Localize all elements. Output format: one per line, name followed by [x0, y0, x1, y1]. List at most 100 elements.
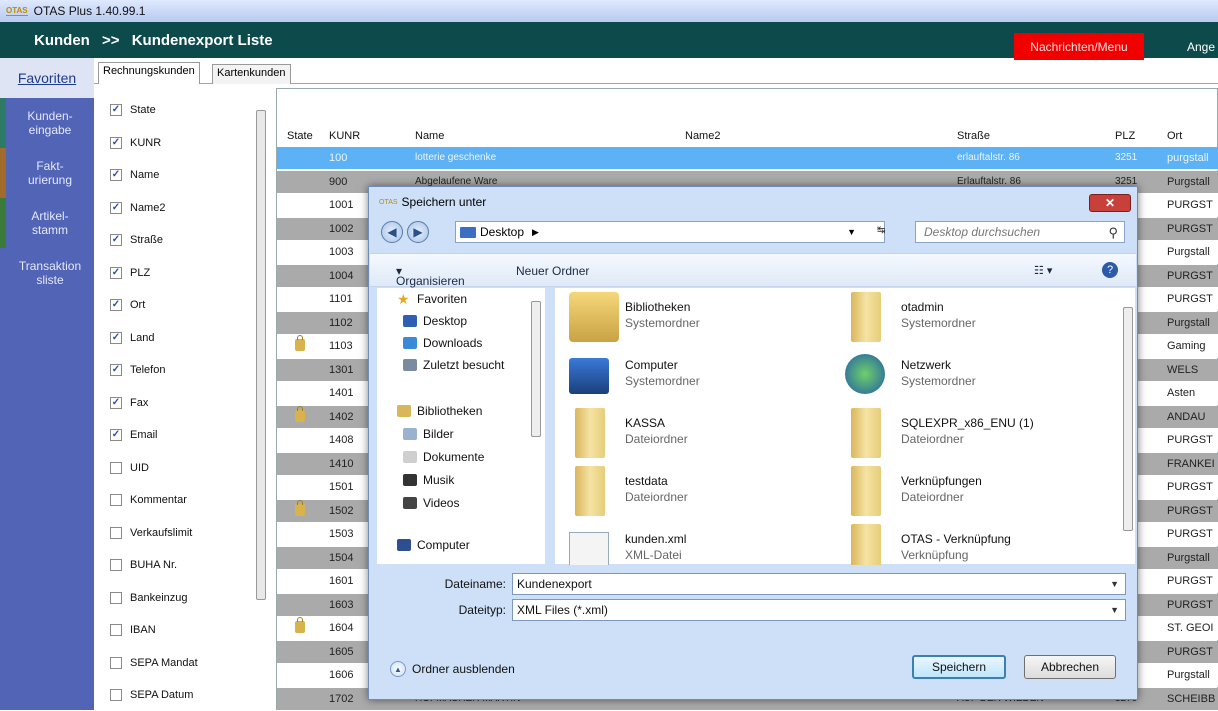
back-arrow-icon[interactable]: ◀	[381, 221, 403, 243]
new-folder-button[interactable]: Neuer Ordner	[516, 264, 589, 278]
scrollbar-thumb[interactable]	[1123, 307, 1133, 531]
unchecked-checkbox-icon[interactable]	[110, 624, 122, 636]
nav-pane-item[interactable]: Musik	[403, 473, 454, 487]
file-list-scrollbar[interactable]	[1121, 291, 1135, 555]
nav-kundeneingabe[interactable]: Kunden-eingabe	[0, 98, 94, 148]
unchecked-checkbox-icon[interactable]	[110, 559, 122, 571]
file-item[interactable]: SQLEXPR_x86_ENU (1) Dateiordner	[845, 408, 1105, 458]
unchecked-checkbox-icon[interactable]	[110, 461, 122, 474]
column-checkbox[interactable]: ✓ Fax	[110, 395, 148, 411]
file-item[interactable]: Verknüpfungen Dateiordner	[845, 466, 1105, 516]
help-icon[interactable]: ?	[1102, 262, 1118, 278]
table-row[interactable]: 100 lotterie geschenke erlauftalstr. 86 325…	[277, 147, 1218, 170]
header-name[interactable]: Name	[415, 130, 444, 142]
checked-checkbox-icon[interactable]: ✓	[110, 201, 122, 214]
header-kunr[interactable]: KUNR	[329, 130, 360, 142]
favorites-link[interactable]: Favoriten	[0, 58, 94, 98]
column-checkbox[interactable]: BUHA Nr.	[110, 557, 177, 573]
dialog-close-button[interactable]: ✕	[1089, 194, 1131, 212]
column-checkbox[interactable]: ✓ Straße	[110, 232, 163, 248]
checked-checkbox-icon[interactable]: ✓	[110, 364, 122, 376]
tab-rechnungskunden[interactable]: Rechnungskunden	[98, 62, 200, 84]
file-item[interactable]: KASSA Dateiordner	[569, 408, 829, 458]
column-checkbox[interactable]: Verkaufslimit	[110, 525, 192, 541]
column-checkbox[interactable]: ✓ State	[110, 102, 156, 118]
unchecked-checkbox-icon[interactable]	[110, 591, 122, 604]
chevron-down-icon[interactable]: ▼	[1110, 605, 1119, 615]
cancel-button[interactable]: Abbrechen	[1024, 655, 1116, 679]
checked-checkbox-icon[interactable]: ✓	[110, 169, 122, 181]
nav-pane-item[interactable]: Bibliotheken	[397, 404, 482, 418]
search-input[interactable]: Desktop durchsuchen ⚲	[915, 221, 1125, 243]
nav-transaktionsliste[interactable]: Transaktion sliste	[0, 248, 94, 298]
filename-input[interactable]: Kundenexport ▼	[512, 573, 1126, 595]
header-strasse[interactable]: Straße	[957, 130, 990, 142]
refresh-icon[interactable]: ↹	[877, 225, 885, 236]
nav-pane-item[interactable]: Dokumente	[403, 450, 484, 464]
forward-arrow-icon[interactable]: ▶	[407, 221, 429, 243]
checked-checkbox-icon[interactable]: ✓	[110, 266, 122, 279]
nav-pane-item[interactable]: Bilder	[403, 427, 454, 441]
column-checkbox[interactable]: ✓ Land	[110, 330, 154, 346]
file-item[interactable]: otadmin Systemordner	[845, 292, 1105, 342]
view-options-icon[interactable]: ☷ ▾	[1034, 264, 1052, 277]
file-item[interactable]: testdata Dateiordner	[569, 466, 829, 516]
checked-checkbox-icon[interactable]: ✓	[110, 429, 122, 441]
address-dropdown-icon[interactable]: ▼	[847, 227, 856, 237]
header-state[interactable]: State	[287, 130, 313, 142]
unchecked-checkbox-icon[interactable]	[110, 494, 122, 506]
save-button[interactable]: Speichern	[912, 655, 1006, 679]
user-label[interactable]: Ange	[1187, 40, 1215, 54]
messages-menu-button[interactable]: Nachrichten/Menu	[1014, 33, 1144, 60]
column-checkbox[interactable]: SEPA Mandat	[110, 655, 198, 671]
checked-checkbox-icon[interactable]: ✓	[110, 299, 122, 311]
file-item[interactable]: Netzwerk Systemordner	[845, 350, 1105, 400]
file-item[interactable]: Computer Systemordner	[569, 350, 829, 400]
column-checkbox[interactable]: Bankeinzug	[110, 590, 188, 606]
column-checkbox[interactable]: ✓ Email	[110, 427, 158, 443]
column-checkbox[interactable]: Kommentar	[110, 492, 187, 508]
nav-pane-item[interactable]: Videos	[403, 496, 459, 510]
column-checkbox[interactable]: ✓ Name	[110, 167, 159, 183]
column-checkbox[interactable]: ✓ Name2	[110, 200, 165, 216]
nav-fakturierung[interactable]: Fakt-urierung	[0, 148, 94, 198]
column-checkbox[interactable]: ✓ Ort	[110, 297, 145, 313]
nav-artikelstamm[interactable]: Artikel-stamm	[0, 198, 94, 248]
chevron-down-icon[interactable]: ▼	[1110, 579, 1119, 589]
checked-checkbox-icon[interactable]: ✓	[110, 331, 122, 344]
file-item[interactable]: Bibliotheken Systemordner	[569, 292, 829, 342]
nav-pane-item[interactable]: ★ Favoriten	[397, 292, 467, 306]
tab-kartenkunden[interactable]: Kartenkunden	[212, 64, 291, 84]
scrollbar-thumb[interactable]	[531, 301, 541, 437]
filetype-select[interactable]: XML Files (*.xml) ▼	[512, 599, 1126, 621]
column-checkbox[interactable]: ✓ PLZ	[110, 265, 150, 281]
checked-checkbox-icon[interactable]: ✓	[110, 396, 122, 409]
address-bar[interactable]: Desktop ▶ ▼	[455, 221, 885, 243]
checked-checkbox-icon[interactable]: ✓	[110, 104, 122, 116]
header-plz[interactable]: PLZ	[1115, 130, 1135, 142]
column-checkbox[interactable]: IBAN	[110, 622, 156, 638]
checked-checkbox-icon[interactable]: ✓	[110, 234, 122, 246]
nav-pane-scrollbar[interactable]	[529, 291, 543, 453]
unchecked-checkbox-icon[interactable]	[110, 526, 122, 539]
organize-menu[interactable]: Organisieren ▾	[396, 264, 465, 288]
unchecked-checkbox-icon[interactable]	[110, 689, 122, 701]
column-list-scrollbar[interactable]	[253, 90, 269, 610]
nav-pane-item[interactable]: Desktop	[403, 314, 467, 328]
column-checkbox[interactable]: ✓ KUNR	[110, 135, 161, 151]
column-checkbox[interactable]: ✓ Telefon	[110, 362, 165, 378]
chevron-right-icon[interactable]: ▶	[532, 227, 539, 238]
checked-checkbox-icon[interactable]: ✓	[110, 136, 122, 149]
hide-folders-toggle[interactable]: ▲ Ordner ausblenden	[390, 661, 515, 677]
header-name2[interactable]: Name2	[685, 130, 720, 142]
nav-pane-item[interactable]: Zuletzt besucht	[403, 358, 504, 372]
column-checkbox[interactable]: SEPA Datum	[110, 687, 193, 703]
nav-pane-item[interactable]: Downloads	[403, 336, 482, 350]
search-icon[interactable]: ⚲	[1108, 225, 1118, 241]
breadcrumb-section[interactable]: Kunden	[34, 32, 90, 49]
header-ort[interactable]: Ort	[1167, 130, 1182, 142]
column-checkbox[interactable]: UID	[110, 460, 149, 476]
unchecked-checkbox-icon[interactable]	[110, 656, 122, 669]
scrollbar-thumb[interactable]	[256, 110, 266, 600]
nav-pane-item[interactable]: Computer	[397, 538, 470, 552]
